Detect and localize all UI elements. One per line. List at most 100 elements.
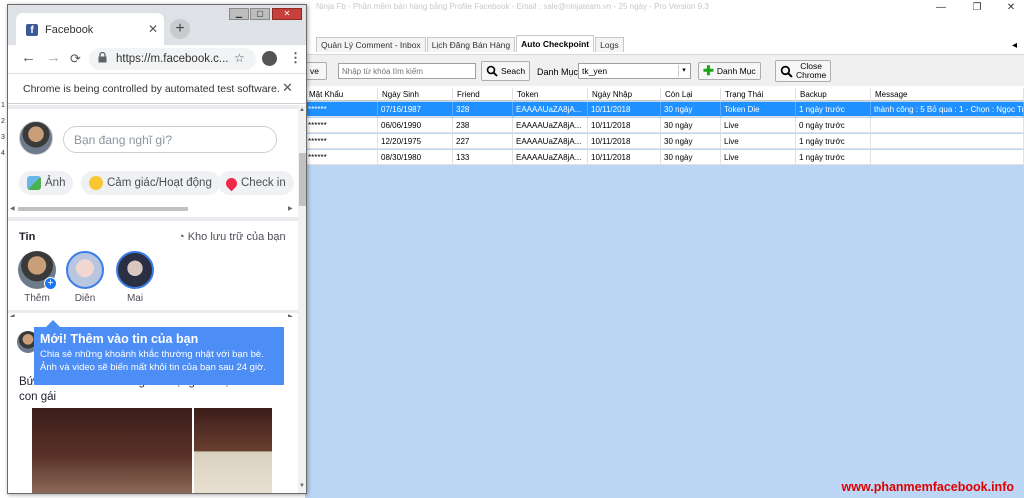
- cell-remaining[interactable]: 30 ngày: [661, 102, 721, 117]
- cell-import-date[interactable]: 10/11/2018: [588, 134, 661, 149]
- chrome-tab-facebook[interactable]: f Facebook ✕: [16, 13, 164, 45]
- chrome-minimize-button[interactable]: ▁: [229, 8, 249, 20]
- maximize-button[interactable]: ❐: [966, 1, 988, 15]
- profile-avatar-icon[interactable]: [262, 51, 277, 66]
- cell-token[interactable]: EAAAAUaZA8jA...: [513, 102, 588, 117]
- column-header-import-date[interactable]: Ngày Nhập: [588, 88, 661, 101]
- scroll-left-arrow-icon[interactable]: ◀: [10, 205, 15, 212]
- stories-archive-link[interactable]: ◔ Kho lưu trữ của bạn: [178, 231, 286, 243]
- cell-remaining[interactable]: 30 ngày: [661, 118, 721, 133]
- cell-status[interactable]: Live: [721, 150, 796, 165]
- chrome-toolbar: ← → ⟳ https://m.facebook.c... ☆ ⋮: [8, 45, 306, 73]
- column-header-message[interactable]: Message: [871, 88, 1024, 101]
- keyword-search-input[interactable]: [338, 63, 476, 79]
- cell-backup[interactable]: 1 ngày trước: [796, 102, 871, 117]
- scroll-down-arrow-icon[interactable]: ▼: [299, 483, 305, 489]
- avatar[interactable]: [19, 121, 53, 155]
- tab-sale-schedule[interactable]: Lịch Đăng Bán Hàng: [426, 37, 516, 52]
- post-photo[interactable]: [32, 408, 192, 493]
- cell-import-date[interactable]: 10/11/2018: [588, 118, 661, 133]
- tabs-overflow-arrow-icon[interactable]: ◂: [1012, 40, 1017, 51]
- row-number: 3: [1, 134, 5, 141]
- back-arrow-icon[interactable]: ←: [21, 49, 36, 66]
- cell-friend[interactable]: 133: [453, 150, 513, 165]
- horizontal-scrollbar[interactable]: ◀ ▶: [8, 205, 298, 213]
- story-item[interactable]: Diên: [65, 251, 105, 304]
- cell-token[interactable]: EAAAAUaZA8jA...: [513, 118, 588, 133]
- partial-toolbar-button[interactable]: ve: [305, 62, 327, 80]
- tab-comment-inbox[interactable]: Quản Lý Comment - Inbox: [316, 37, 426, 52]
- table-row[interactable]: ****** 06/06/1990 238 EAAAAUaZA8jA... 10/11/…: [305, 118, 1024, 133]
- scroll-right-arrow-icon[interactable]: ▶: [288, 205, 293, 212]
- cell-backup[interactable]: 1 ngày trước: [796, 134, 871, 149]
- story-add[interactable]: + Thêm: [17, 251, 57, 304]
- cell-birthday[interactable]: 07/16/1987: [378, 102, 453, 117]
- cell-password[interactable]: ******: [305, 134, 378, 149]
- scrollbar-thumb[interactable]: [18, 207, 188, 211]
- tab-auto-checkpoint[interactable]: Auto Checkpoint: [516, 35, 595, 52]
- cell-message[interactable]: [871, 118, 1024, 133]
- cell-message[interactable]: thành công : 5 Bỏ qua : 1 - Chọn : Ngọc …: [871, 102, 1024, 117]
- add-category-button[interactable]: ✚ Danh Mục: [698, 62, 761, 80]
- cell-birthday[interactable]: 12/20/1975: [378, 134, 453, 149]
- table-row[interactable]: ****** 07/16/1987 328 EAAAAUaZA8jA... 10/11/…: [305, 102, 1024, 117]
- scrollbar-thumb[interactable]: [299, 153, 306, 206]
- column-header-password[interactable]: Mật Khẩu: [305, 88, 378, 101]
- table-row[interactable]: ****** 08/30/1980 133 EAAAAUaZA8jA... 10/11/…: [305, 150, 1024, 165]
- check-in-chip[interactable]: Check in: [218, 171, 294, 195]
- chrome-maximize-button[interactable]: ▢: [250, 8, 270, 20]
- column-header-backup[interactable]: Backup: [796, 88, 871, 101]
- cell-import-date[interactable]: 10/11/2018: [588, 102, 661, 117]
- cell-remaining[interactable]: 30 ngày: [661, 150, 721, 165]
- column-header-token[interactable]: Token: [513, 88, 588, 101]
- feeling-activity-chip[interactable]: Cảm giác/Hoạt động: [81, 171, 220, 195]
- scroll-up-arrow-icon[interactable]: ▲: [299, 107, 305, 113]
- column-header-friend[interactable]: Friend: [453, 88, 513, 101]
- column-header-remaining[interactable]: Còn Lại: [661, 88, 721, 101]
- bookmark-star-icon[interactable]: ☆: [234, 51, 245, 65]
- cell-message[interactable]: [871, 134, 1024, 149]
- column-header-birthday[interactable]: Ngày Sinh: [378, 88, 453, 101]
- infobar-close-icon[interactable]: ✕: [282, 80, 293, 96]
- new-tab-button[interactable]: +: [170, 19, 190, 39]
- cell-status[interactable]: Live: [721, 118, 796, 133]
- post-photo[interactable]: [194, 408, 272, 493]
- forward-arrow-icon[interactable]: →: [46, 49, 61, 66]
- cell-backup[interactable]: 0 ngày trước: [796, 118, 871, 133]
- minimize-button[interactable]: —: [930, 1, 952, 15]
- cell-token[interactable]: EAAAAUaZA8jA...: [513, 134, 588, 149]
- chrome-close-button[interactable]: ✕: [272, 8, 302, 20]
- cell-message[interactable]: [871, 150, 1024, 165]
- watermark: www.phanmemfacebook.info: [841, 480, 1014, 494]
- cell-friend[interactable]: 328: [453, 102, 513, 117]
- cell-status[interactable]: Token Die: [721, 102, 796, 117]
- address-bar[interactable]: https://m.facebook.c... ☆: [89, 48, 256, 70]
- story-item[interactable]: Mai: [115, 251, 155, 304]
- close-chrome-button[interactable]: Close Chrome: [775, 60, 832, 82]
- status-input[interactable]: Bạn đang nghĩ gì?: [63, 126, 277, 153]
- search-button[interactable]: Seach: [481, 61, 531, 81]
- cell-backup[interactable]: 1 ngày trước: [796, 150, 871, 165]
- cell-token[interactable]: EAAAAUaZA8jA...: [513, 150, 588, 165]
- chrome-browser-window: ▁ ▢ ✕ f Facebook ✕ + ← → ⟳ https://m.fac…: [7, 4, 307, 494]
- photo-chip[interactable]: Ảnh: [19, 171, 74, 195]
- tab-logs[interactable]: Logs: [595, 37, 624, 52]
- cell-friend[interactable]: 238: [453, 118, 513, 133]
- cell-birthday[interactable]: 06/06/1990: [378, 118, 453, 133]
- cell-birthday[interactable]: 08/30/1980: [378, 150, 453, 165]
- cell-remaining[interactable]: 30 ngày: [661, 134, 721, 149]
- cell-import-date[interactable]: 10/11/2018: [588, 150, 661, 165]
- close-button[interactable]: ✕: [1000, 1, 1022, 15]
- tab-close-icon[interactable]: ✕: [148, 22, 158, 36]
- cell-password[interactable]: ******: [305, 102, 378, 117]
- page-scrollbar[interactable]: ▲ ▼: [298, 105, 306, 493]
- column-header-status[interactable]: Trạng Thái: [721, 88, 796, 101]
- category-select[interactable]: tk_yen ▾: [578, 63, 691, 79]
- chrome-menu-icon[interactable]: ⋮: [289, 50, 302, 66]
- table-row[interactable]: ****** 12/20/1975 227 EAAAAUaZA8jA... 10/11/…: [305, 134, 1024, 149]
- cell-status[interactable]: Live: [721, 134, 796, 149]
- cell-friend[interactable]: 227: [453, 134, 513, 149]
- cell-password[interactable]: ******: [305, 118, 378, 133]
- reload-icon[interactable]: ⟳: [70, 51, 81, 67]
- cell-password[interactable]: ******: [305, 150, 378, 165]
